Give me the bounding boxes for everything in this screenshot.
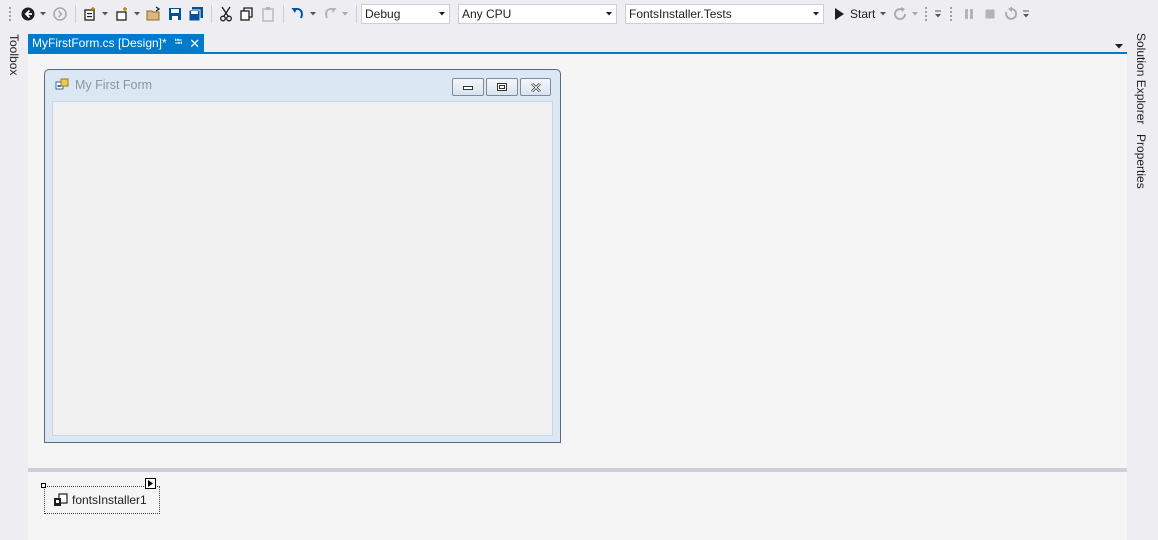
start-dropdown[interactable] [879, 4, 887, 24]
open-file-button[interactable] [144, 4, 164, 24]
smart-tag-button[interactable] [145, 478, 156, 489]
add-item-icon [116, 7, 127, 21]
redo-button[interactable] [320, 4, 340, 24]
maximize-icon [497, 83, 507, 91]
selection-grab-handle[interactable] [41, 483, 46, 488]
component-label: fontsInstaller1 [72, 493, 147, 507]
navigate-back-dropdown[interactable] [39, 4, 47, 24]
minimize-button[interactable] [452, 78, 484, 96]
restart-icon [1005, 6, 1018, 20]
undo-button[interactable] [288, 4, 308, 24]
toolbar-grip[interactable] [949, 6, 954, 22]
component-tray-item[interactable]: fontsInstaller1 [44, 486, 160, 514]
paste-button[interactable] [258, 4, 278, 24]
save-icon [169, 8, 181, 20]
standard-toolbar: Debug Any CPU FontsInstaller.Tests Start [0, 0, 1158, 28]
component-icon [54, 493, 68, 506]
smart-tag-arrow-icon [148, 480, 153, 487]
chevron-down-icon [880, 12, 887, 16]
close-button[interactable] [520, 78, 551, 96]
pin-icon[interactable]: ⭾ [175, 35, 183, 52]
toolbar-overflow-dropdown[interactable] [934, 4, 942, 24]
chevron-down-icon [342, 12, 348, 16]
scissors-icon [220, 6, 232, 22]
add-item-dropdown[interactable] [133, 4, 141, 24]
redo-icon [325, 8, 337, 19]
save-all-button[interactable] [186, 4, 206, 24]
refresh-button[interactable] [890, 4, 910, 24]
redo-dropdown[interactable] [341, 4, 349, 24]
chevron-down-icon [1023, 10, 1030, 18]
paste-icon [262, 7, 274, 22]
stop-icon [985, 9, 995, 19]
toolbar-separator [283, 5, 284, 23]
maximize-button[interactable] [486, 78, 518, 96]
new-project-icon [84, 7, 95, 21]
toolbox-tab[interactable]: Toolbox [7, 34, 21, 75]
refresh-dropdown[interactable] [911, 4, 919, 24]
open-folder-icon [146, 6, 161, 21]
document-tab-dropdown[interactable] [1115, 38, 1123, 52]
solution-explorer-tab[interactable]: Solution Explorer [1134, 33, 1148, 124]
form-title: My First Form [75, 78, 153, 92]
chevron-down-icon [40, 12, 46, 16]
tab-myfirstform-design[interactable]: MyFirstForm.cs [Design]* ⭾ ✕ [28, 34, 205, 52]
solution-platform-value: Any CPU [462, 7, 512, 21]
undo-icon [291, 8, 303, 19]
start-debugging-button[interactable]: Start [832, 4, 877, 24]
close-icon [530, 82, 541, 92]
cut-button[interactable] [216, 4, 236, 24]
minimize-icon [463, 86, 473, 90]
chevron-down-icon [813, 12, 819, 16]
copy-icon [240, 7, 253, 21]
add-item-button[interactable] [112, 4, 132, 24]
copy-button[interactable] [237, 4, 257, 24]
solution-platform-select[interactable]: Any CPU [458, 4, 617, 24]
refresh-icon [894, 7, 907, 20]
chevron-down-icon [606, 12, 612, 16]
toolbar-grip[interactable] [8, 6, 12, 22]
toolbar-grip[interactable] [924, 6, 929, 22]
chevron-down-icon [134, 12, 140, 16]
chevron-down-icon [439, 12, 445, 16]
chevron-down-icon [1115, 44, 1123, 49]
chevron-down-icon [310, 12, 316, 16]
new-project-dropdown[interactable] [101, 4, 109, 24]
close-icon[interactable]: ✕ [189, 37, 200, 50]
form-icon [55, 78, 69, 90]
stop-debugging-button[interactable] [980, 4, 1000, 24]
solution-configuration-select[interactable]: Debug [361, 4, 450, 24]
play-icon [835, 8, 844, 20]
navigate-forward-button[interactable] [50, 4, 70, 24]
chevron-down-icon [102, 12, 108, 16]
chevron-down-icon [912, 12, 919, 16]
startup-project-value: FontsInstaller.Tests [629, 7, 732, 21]
chevron-down-icon [935, 10, 942, 18]
forward-icon [53, 7, 67, 21]
debug-toolbar-overflow-dropdown[interactable] [1022, 4, 1030, 24]
left-tool-window-strip [0, 28, 28, 540]
back-icon [21, 7, 35, 21]
start-label: Start [850, 7, 876, 21]
toolbar-separator [356, 5, 357, 23]
save-all-icon [188, 7, 203, 22]
component-tray[interactable] [28, 472, 1127, 540]
navigate-back-button[interactable] [18, 4, 38, 24]
startup-project-select[interactable]: FontsInstaller.Tests [625, 4, 824, 24]
new-project-button[interactable] [80, 4, 100, 24]
undo-dropdown[interactable] [309, 4, 317, 24]
break-all-button[interactable] [959, 4, 979, 24]
pause-icon [965, 9, 974, 19]
solution-configuration-value: Debug [365, 7, 401, 21]
toolbar-separator [75, 5, 76, 23]
form-window[interactable]: My First Form [44, 69, 561, 443]
toolbar-separator [211, 5, 212, 23]
restart-button[interactable] [1001, 4, 1021, 24]
save-button[interactable] [165, 4, 185, 24]
form-client-area[interactable] [52, 101, 553, 436]
tab-title: MyFirstForm.cs [Design]* [32, 36, 167, 50]
form-window-controls [452, 78, 551, 96]
properties-tab[interactable]: Properties [1134, 134, 1148, 189]
